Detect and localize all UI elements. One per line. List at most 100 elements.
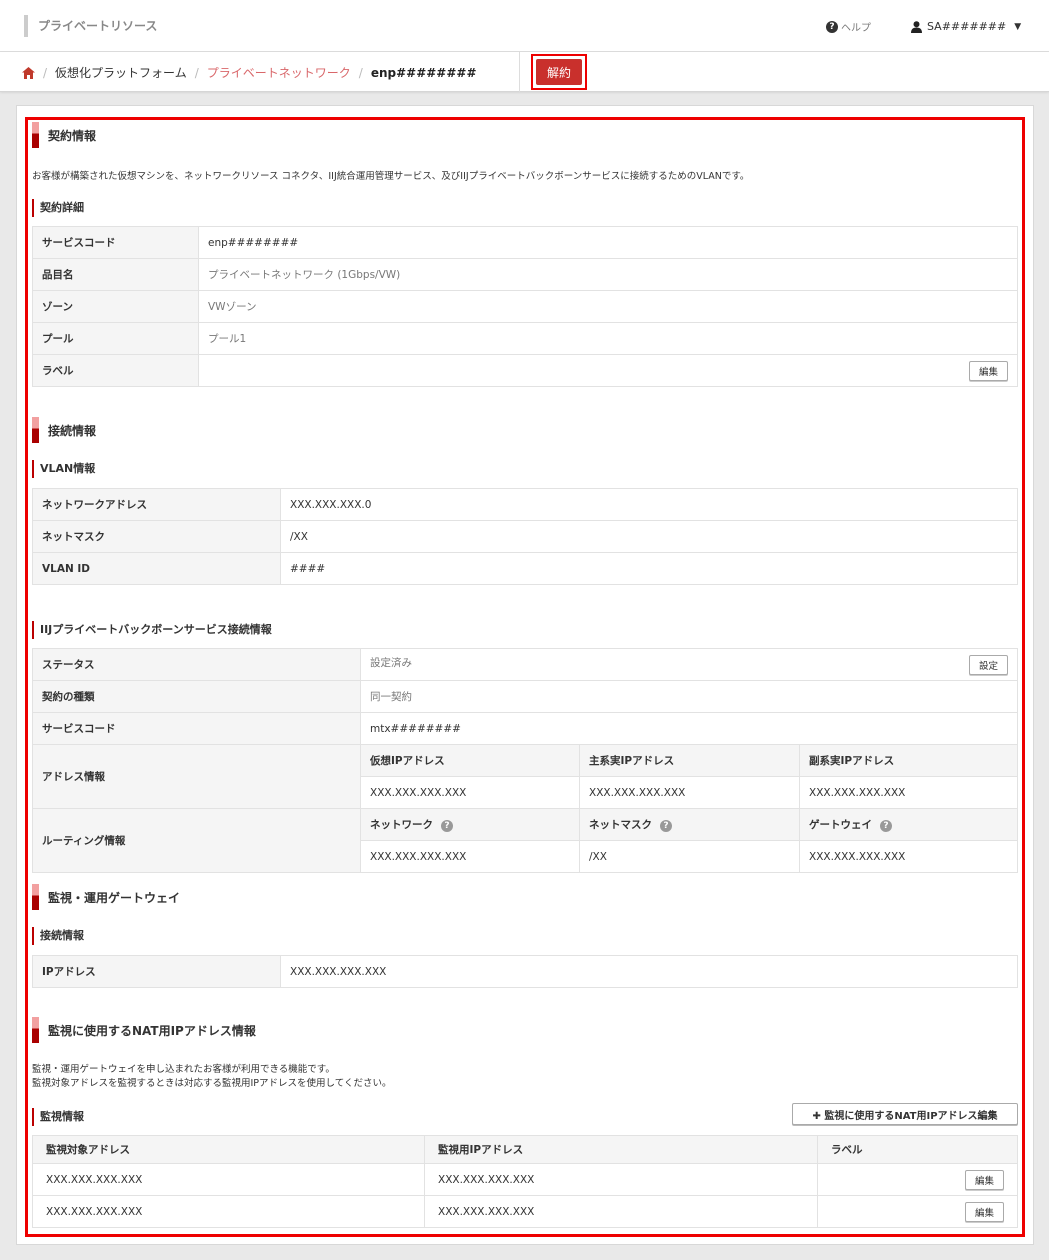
row-label: 品目名 — [32, 258, 199, 291]
section-marker — [32, 1017, 39, 1043]
nat-description-line: 監視対象アドレスを監視するときは対応する監視用IPアドレスを使用してください。 — [32, 1078, 392, 1089]
contract-detail-table: サービスコード enp######## 品目名 プライベートネットワーク (1G… — [32, 226, 1018, 387]
section-heading-text: 契約情報 — [48, 128, 97, 143]
divider — [519, 52, 520, 92]
breadcrumb-current: enp######## — [370, 65, 477, 80]
column-header: 仮想IPアドレス — [360, 744, 580, 777]
top-bar: プライベートリソース ? ヘルプ SA####### ▼ — [0, 0, 1049, 52]
row-label: 契約の種類 — [32, 680, 361, 713]
table-row: VLAN ID #### — [32, 552, 1018, 585]
plus-icon: ✚ — [812, 1110, 821, 1122]
backbone-table: ステータス 設定済み 設定 契約の種類 同一契約 サービスコード mtx####… — [32, 648, 1018, 873]
edit-button[interactable]: 編集 — [964, 1201, 1004, 1222]
monitor-ip-address: XXX.XXX.XXX.XXX — [424, 1195, 818, 1228]
row-label: ネットワークアドレス — [32, 488, 281, 521]
breadcrumb-separator: / — [43, 65, 48, 80]
row-value: enp######## — [198, 226, 1018, 259]
column-header: 主系実IPアドレス — [579, 744, 800, 777]
row-label: ネットマスク — [32, 520, 281, 553]
table-row: IPアドレス XXX.XXX.XXX.XXX — [32, 955, 1018, 988]
section-marker — [32, 884, 39, 910]
row-label: サービスコード — [32, 712, 361, 745]
table-row: ゾーン VWゾーン — [32, 290, 1018, 323]
row-value: XXX.XXX.XXX.XXX — [280, 955, 1018, 988]
table-row: サービスコード enp######## — [32, 226, 1018, 259]
help-icon[interactable]: ? — [880, 820, 892, 832]
edit-button[interactable]: 編集 — [964, 1169, 1004, 1190]
column-header-text: ゲートウェイ — [809, 819, 872, 831]
caret-down-icon: ▼ — [1014, 21, 1022, 32]
row-label: サービスコード — [32, 226, 199, 259]
cell-value: XXX.XXX.XXX.XXX — [799, 840, 1018, 873]
table-row: アドレス情報 仮想IPアドレス 主系実IPアドレス 副系実IPアドレス — [32, 744, 1018, 809]
column-header: ネットワーク? — [360, 808, 580, 841]
home-icon[interactable] — [22, 66, 35, 79]
nat-ip-edit-label: 監視に使用するNAT用IPアドレス編集 — [824, 1110, 998, 1122]
nat-table: 監視対象アドレス 監視用IPアドレス ラベル XXX.XXX.XXX.XXX X… — [32, 1135, 1018, 1228]
section-marker — [32, 417, 39, 443]
monitor-ip-address: XXX.XXX.XXX.XXX — [424, 1163, 818, 1196]
row-value: VWゾーン — [198, 290, 1018, 323]
section-heading-text: 監視に使用するNAT用IPアドレス情報 — [48, 1023, 256, 1038]
row-label: ラベル — [32, 354, 199, 387]
row-label: ステータス — [32, 648, 361, 681]
cell-value: XXX.XXX.XXX.XXX — [579, 776, 800, 809]
section-heading-contract: 契約情報 — [32, 122, 96, 148]
help-icon[interactable]: ? — [660, 820, 672, 832]
row-value: 設定済み 設定 — [360, 648, 1018, 681]
row-label: VLAN ID — [32, 552, 281, 585]
row-label: アドレス情報 — [32, 744, 361, 809]
column-header: ゲートウェイ? — [799, 808, 1018, 841]
breadcrumb-separator: / — [194, 65, 199, 80]
cell-value: XXX.XXX.XXX.XXX — [799, 776, 1018, 809]
gateway-table: IPアドレス XXX.XXX.XXX.XXX — [32, 955, 1018, 988]
cell-value: XXX.XXX.XXX.XXX — [360, 776, 580, 809]
breadcrumb: / 仮想化プラットフォーム / プライベートネットワーク / enp######… — [22, 64, 477, 81]
cell-value: XXX.XXX.XXX.XXX — [360, 840, 580, 873]
setting-button[interactable]: 設定 — [968, 654, 1008, 675]
row-label: IPアドレス — [32, 955, 281, 988]
subheading-vlan: VLAN情報 — [32, 460, 95, 478]
edit-label-button[interactable]: 編集 — [968, 360, 1008, 381]
target-address: XXX.XXX.XXX.XXX — [32, 1195, 425, 1228]
table-row: サービスコード mtx######## — [32, 712, 1018, 745]
breadcrumb-private-network[interactable]: プライベートネットワーク — [207, 64, 351, 81]
table-row: 品目名 プライベートネットワーク (1Gbps/VW) — [32, 258, 1018, 291]
row-label: プール — [32, 322, 199, 355]
breadcrumb-virtual-platform[interactable]: 仮想化プラットフォーム — [55, 64, 187, 81]
row-label-cell: 編集 — [817, 1163, 1018, 1196]
section-heading-nat: 監視に使用するNAT用IPアドレス情報 — [32, 1017, 256, 1043]
row-value: 同一契約 — [360, 680, 1018, 713]
column-header-text: ネットマスク — [589, 819, 652, 831]
help-label: ヘルプ — [841, 23, 871, 34]
table-row: XXX.XXX.XXX.XXX XXX.XXX.XXX.XXX 編集 — [32, 1195, 1018, 1228]
cell-value: /XX — [579, 840, 800, 873]
column-header: ネットマスク? — [579, 808, 800, 841]
subheading-gateway-connection: 接続情報 — [32, 927, 84, 945]
user-menu[interactable]: SA####### ▼ — [911, 20, 1021, 33]
table-row: ネットマスク /XX — [32, 520, 1018, 553]
column-header-text: ネットワーク — [370, 819, 433, 831]
table-row: ラベル 編集 — [32, 354, 1018, 387]
app-title: プライベートリソース — [24, 15, 157, 37]
help-link[interactable]: ? ヘルプ — [826, 19, 871, 34]
nat-ip-edit-button[interactable]: ✚ 監視に使用するNAT用IPアドレス編集 — [792, 1103, 1018, 1125]
row-value: 編集 — [198, 354, 1018, 387]
subheading-backbone: IIJプライベートバックボーンサービス接続情報 — [32, 621, 272, 639]
table-header-row: 監視対象アドレス 監視用IPアドレス ラベル — [32, 1135, 1018, 1164]
help-icon[interactable]: ? — [441, 820, 453, 832]
subheading-contract-detail: 契約詳細 — [32, 199, 84, 217]
nat-description-line: 監視・運用ゲートウェイを申し込まれたお客様が利用できる機能です。 — [32, 1064, 335, 1075]
cancel-contract-button[interactable]: 解約 — [536, 59, 582, 85]
table-row: ステータス 設定済み 設定 — [32, 648, 1018, 681]
table-row: 契約の種類 同一契約 — [32, 680, 1018, 713]
nat-description: 監視・運用ゲートウェイを申し込まれたお客様が利用できる機能です。 監視対象アドレ… — [32, 1063, 391, 1091]
row-value: プール1 — [198, 322, 1018, 355]
column-header: ラベル — [817, 1135, 1018, 1164]
row-value: mtx######## — [360, 712, 1018, 745]
breadcrumb-separator: / — [358, 65, 363, 80]
section-heading-text: 監視・運用ゲートウェイ — [48, 890, 181, 905]
row-label-cell: 編集 — [817, 1195, 1018, 1228]
table-row: ルーティング情報 ネットワーク? ネットマスク? ゲートウェイ? — [32, 808, 1018, 873]
status-value: 設定済み — [370, 656, 412, 669]
